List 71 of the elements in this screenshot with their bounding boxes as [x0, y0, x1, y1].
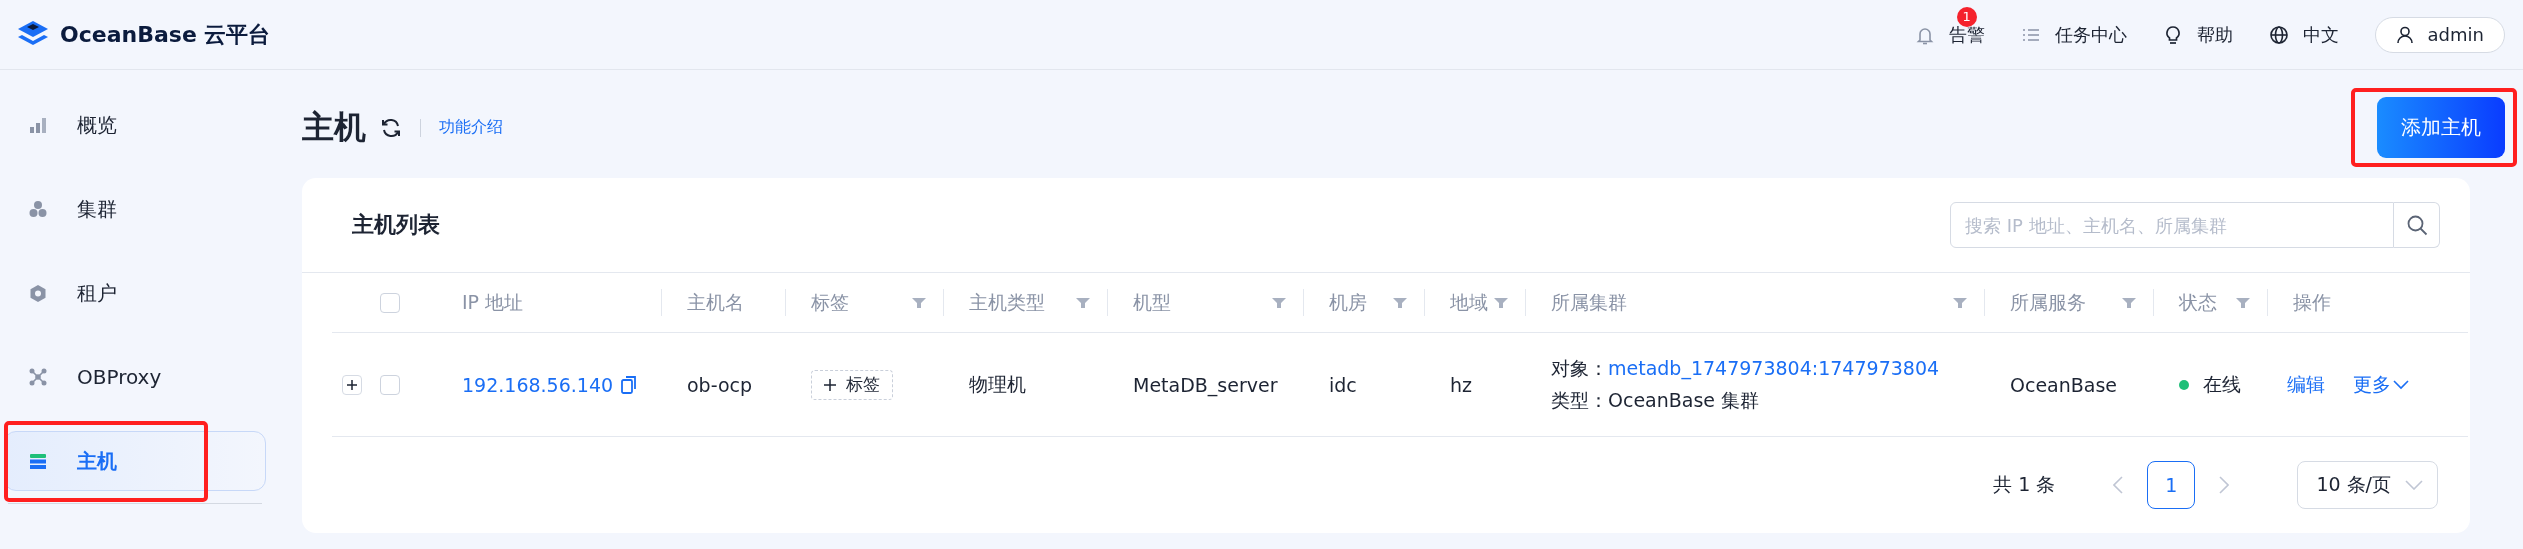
expand-button[interactable] — [342, 374, 362, 395]
table-cell-text: 类型：OceanBase 集群 — [1551, 387, 1760, 413]
chevron-left-icon — [2113, 476, 2124, 494]
status-text: 在线 — [2203, 371, 2241, 397]
filter-icon[interactable] — [2235, 295, 2251, 310]
sidebar-item[interactable]: 概览 — [4, 95, 266, 155]
globe-icon — [2268, 24, 2289, 45]
intro-link[interactable]: 功能介绍 — [439, 117, 503, 138]
filter-icon[interactable] — [1271, 295, 1287, 310]
select-all-checkbox[interactable] — [380, 292, 400, 313]
page-button[interactable]: 1 — [2147, 461, 2196, 509]
header-action[interactable]: 任务中心 — [2020, 22, 2127, 47]
filter-icon[interactable] — [1952, 295, 1968, 310]
column-header: 机型 — [1133, 289, 1171, 315]
bar-chart-icon — [29, 115, 47, 135]
sidebar-item[interactable]: 租户 — [4, 263, 266, 323]
column-header: 主机名 — [687, 289, 744, 315]
total-count: 共 1 条 — [1993, 472, 2056, 497]
table-cell: idc — [1329, 373, 1357, 396]
hexagon-icon — [29, 283, 47, 303]
search-button[interactable] — [2394, 202, 2440, 248]
filter-icon[interactable] — [2121, 295, 2137, 310]
column-header: 机房 — [1329, 289, 1367, 315]
column-header: 状态 — [2179, 289, 2217, 315]
filter-icon[interactable] — [1075, 295, 1091, 310]
table-cell: MetaDB_server — [1133, 373, 1278, 396]
page-size-select[interactable]: 10 条/页 — [2297, 461, 2438, 509]
search-field[interactable]: 搜索 IP 地址、主机名、所属集群 — [1950, 202, 2394, 248]
table-cell: OceanBase — [2010, 373, 2118, 396]
column-header: 操作 — [2293, 289, 2331, 315]
table-cell: ob-ocp — [687, 373, 753, 396]
column-header: 标签 — [811, 289, 849, 315]
header-action[interactable]: 中文 — [2268, 22, 2339, 47]
column-header: 主机类型 — [969, 289, 1045, 315]
add-host-button[interactable]: 添加主机 — [2377, 97, 2505, 158]
table-cell: hz — [1450, 373, 1472, 396]
refresh-icon — [380, 116, 402, 139]
brand-name: OceanBase 云平台 — [60, 20, 271, 49]
user-button[interactable]: admin — [2374, 16, 2505, 53]
server-stack-icon — [29, 451, 47, 471]
sidebar-item[interactable]: 集群 — [4, 179, 266, 239]
table-cell-text: 物理机 — [969, 371, 1026, 397]
card-title: 主机列表 — [352, 211, 440, 239]
ip-link[interactable]: 192.168.56.140 — [462, 373, 614, 396]
column-header: IP 地址 — [462, 289, 524, 315]
chevron-right-icon — [2219, 476, 2230, 494]
header-action[interactable]: 帮助 — [2162, 22, 2233, 47]
cluster-link[interactable]: metadb_1747973804:1747973804 — [1608, 356, 1940, 379]
notification-badge: 1 — [1956, 6, 1977, 27]
edit-link[interactable]: 编辑 — [2287, 371, 2325, 398]
chevron-down-icon — [2393, 379, 2409, 390]
column-header: 所属集群 — [1551, 289, 1627, 315]
column-header: 地域 — [1450, 289, 1488, 315]
chevron-down-icon — [2405, 480, 2423, 490]
filter-icon[interactable] — [1392, 295, 1408, 310]
user-icon — [2395, 25, 2414, 44]
field-label: 对象： — [1551, 356, 1608, 379]
plus-icon — [824, 378, 836, 391]
row-checkbox[interactable] — [380, 374, 400, 395]
copy-icon[interactable] — [621, 375, 638, 394]
column-header: 所属服务 — [2010, 289, 2086, 315]
more-link[interactable]: 更多 — [2353, 371, 2409, 398]
plus-icon — [346, 378, 358, 391]
add-tag-button[interactable]: 标签 — [811, 369, 893, 400]
sidebar-item[interactable]: OBProxy — [4, 347, 266, 407]
dots-cluster-icon — [29, 199, 47, 219]
filter-icon[interactable] — [1493, 295, 1509, 310]
page-title: 主机 — [302, 106, 366, 148]
filter-icon[interactable] — [911, 295, 927, 310]
search-icon — [2405, 214, 2428, 236]
network-nodes-icon — [29, 367, 47, 387]
